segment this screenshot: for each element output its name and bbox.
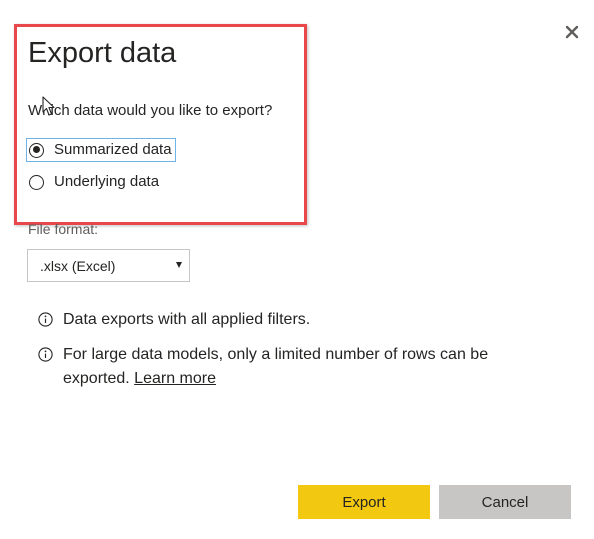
info-filters-text: Data exports with all applied filters. — [63, 311, 311, 328]
info-icon — [38, 312, 53, 327]
info-icon — [38, 347, 53, 362]
mouse-pointer-icon — [42, 96, 55, 116]
info-row-limit-note: For large data models, only a limited nu… — [38, 343, 558, 391]
export-button[interactable]: Export — [298, 485, 430, 519]
info-filters-note: Data exports with all applied filters. — [38, 308, 558, 332]
file-format-select[interactable]: .xlsx (Excel) — [27, 249, 190, 282]
info-limit-message: For large data models, only a limited nu… — [63, 346, 489, 387]
highlight-annotation-box — [14, 24, 307, 225]
file-format-label: File format: — [28, 221, 99, 237]
chevron-down-icon — [176, 262, 182, 268]
export-data-dialog: Export data Which data would you like to… — [0, 0, 594, 539]
close-button[interactable] — [561, 21, 583, 43]
close-icon — [565, 25, 579, 39]
info-limit-text: For large data models, only a limited nu… — [63, 343, 558, 391]
file-format-value: .xlsx (Excel) — [40, 257, 116, 274]
cancel-button[interactable]: Cancel — [439, 485, 571, 519]
learn-more-link[interactable]: Learn more — [134, 370, 216, 387]
